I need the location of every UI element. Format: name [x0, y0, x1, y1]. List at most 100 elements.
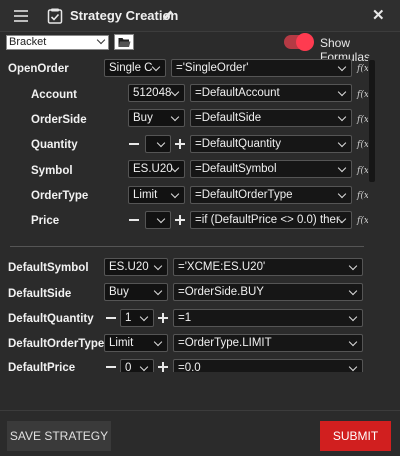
default-symbol-select[interactable]: ES.U20 [104, 258, 168, 276]
show-formulas-toggle[interactable] [284, 33, 314, 51]
price-formula-input[interactable]: =if (DefaultPrice <> 0.0) then [190, 211, 352, 229]
order-type-formula-input[interactable]: =DefaultOrderType [190, 186, 352, 204]
order-side-formula: =DefaultSide [195, 112, 262, 124]
increment-button[interactable] [158, 313, 168, 323]
increment-button[interactable] [158, 362, 168, 372]
chevron-down-icon [337, 112, 347, 122]
chevron-down-icon [348, 362, 358, 372]
clipped-row: DefaultPrice 0 =0.0 [0, 358, 400, 372]
chevron-down-icon [156, 138, 166, 148]
default-side-formula-input[interactable]: =OrderSide.BUY [173, 283, 363, 301]
decrement-button[interactable] [129, 219, 139, 221]
default-side-formula: =OrderSide.BUY [178, 286, 264, 298]
increment-button[interactable] [175, 139, 185, 149]
chevron-down-icon [348, 337, 358, 347]
default-price-formula: =0.0 [178, 362, 201, 372]
strategy-icon [47, 8, 63, 24]
open-order-select[interactable]: Single C [104, 59, 166, 77]
quantity-stepper[interactable] [145, 135, 171, 153]
default-price-formula-input[interactable]: =0.0 [173, 359, 363, 372]
strategy-type-value: Bracket [9, 36, 47, 48]
price-stepper[interactable] [145, 211, 171, 229]
order-side-value: Buy [133, 112, 153, 124]
open-order-label: OpenOrder [8, 63, 69, 75]
order-type-value: Limit [133, 189, 158, 201]
price-label: Price [31, 215, 60, 227]
decrement-button[interactable] [129, 143, 139, 145]
account-formula: =DefaultAccount [195, 87, 280, 99]
account-value: 512048 [133, 87, 172, 99]
open-order-formula: ='SingleOrder' [176, 62, 249, 74]
symbol-formula-input[interactable]: =DefaultSymbol [190, 160, 352, 178]
default-order-type-select[interactable]: Limit [104, 334, 168, 352]
account-label: Account [31, 89, 77, 101]
default-symbol-value: ES.U20 [109, 261, 149, 273]
submit-button[interactable]: SUBMIT [320, 421, 391, 451]
default-quantity-stepper[interactable]: 1 [120, 309, 154, 327]
chevron-down-icon [337, 163, 347, 173]
chevron-down-icon [153, 286, 163, 296]
chevron-down-icon [139, 312, 149, 322]
decrement-button[interactable] [106, 317, 116, 319]
open-folder-button[interactable] [114, 34, 134, 50]
order-type-formula: =DefaultOrderType [195, 189, 293, 201]
default-side-select[interactable]: Buy [104, 283, 168, 301]
default-side-label: DefaultSide [8, 288, 72, 300]
chevron-down-icon [153, 337, 163, 347]
chevron-down-icon [96, 35, 106, 45]
chevron-down-icon [151, 62, 161, 72]
section-divider [10, 246, 364, 247]
open-order-formula-input[interactable]: ='SingleOrder' [171, 59, 352, 77]
pencil-icon[interactable] [162, 9, 174, 21]
increment-button[interactable] [175, 215, 185, 225]
chevron-down-icon [139, 362, 149, 372]
chevron-down-icon [337, 87, 347, 97]
default-symbol-formula: ='XCME:ES.U20' [178, 261, 266, 273]
close-icon[interactable]: ✕ [372, 8, 385, 23]
default-order-type-value: Limit [109, 337, 134, 349]
chevron-down-icon [348, 261, 358, 271]
strategy-type-select[interactable]: Bracket [6, 35, 109, 50]
order-side-formula-input[interactable]: =DefaultSide [190, 109, 352, 127]
default-order-type-formula-input[interactable]: =OrderType.LIMIT [173, 334, 363, 352]
default-price-value: 0 [125, 362, 132, 372]
save-strategy-button[interactable]: SAVE STRATEGY [7, 421, 111, 451]
default-quantity-label: DefaultQuantity [8, 313, 94, 325]
quantity-formula: =DefaultQuantity [195, 138, 281, 150]
order-side-select[interactable]: Buy [128, 109, 185, 127]
chevron-down-icon [170, 112, 180, 122]
chevron-down-icon [348, 286, 358, 296]
default-quantity-value: 1 [125, 312, 132, 324]
symbol-label: Symbol [31, 165, 73, 177]
default-symbol-label: DefaultSymbol [8, 262, 89, 274]
chevron-down-icon [153, 261, 163, 271]
quantity-formula-input[interactable]: =DefaultQuantity [190, 135, 352, 153]
menu-icon[interactable] [14, 10, 28, 22]
chevron-down-icon [156, 214, 166, 224]
open-order-value: Single C [109, 62, 153, 74]
account-select[interactable]: 512048 [128, 84, 185, 102]
default-order-type-label: DefaultOrderType [8, 338, 105, 350]
chevron-down-icon [337, 138, 347, 148]
default-price-stepper[interactable]: 0 [120, 359, 154, 372]
symbol-value: ES.U20 [133, 163, 173, 175]
symbol-select[interactable]: ES.U20 [128, 160, 185, 178]
folder-icon [118, 37, 130, 47]
quantity-label: Quantity [31, 139, 78, 151]
scrollbar-thumb[interactable] [369, 60, 375, 182]
default-symbol-formula-input[interactable]: ='XCME:ES.U20' [173, 258, 363, 276]
default-quantity-formula: =1 [178, 312, 192, 324]
default-side-value: Buy [109, 286, 129, 298]
default-quantity-formula-input[interactable]: =1 [173, 309, 363, 327]
order-type-select[interactable]: Limit [128, 186, 185, 204]
account-formula-input[interactable]: =DefaultAccount [190, 84, 352, 102]
price-formula: =if (DefaultPrice <> 0.0) then [195, 214, 343, 226]
default-price-label: DefaultPrice [8, 362, 76, 372]
decrement-button[interactable] [106, 366, 116, 368]
order-type-label: OrderType [31, 190, 89, 202]
order-side-label: OrderSide [31, 114, 87, 126]
toggle-knob [296, 33, 314, 51]
title-bar: Strategy Creation ✕ [0, 0, 400, 32]
symbol-formula: =DefaultSymbol [195, 163, 277, 175]
default-order-type-formula: =OrderType.LIMIT [178, 337, 272, 349]
